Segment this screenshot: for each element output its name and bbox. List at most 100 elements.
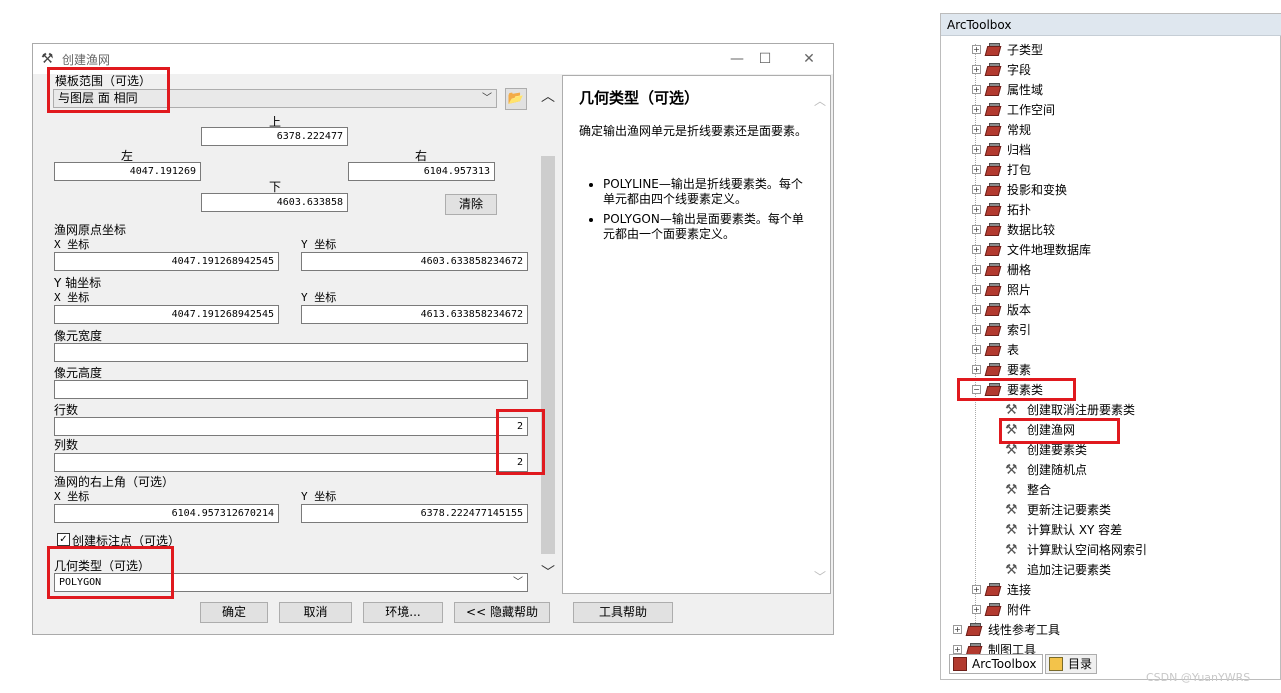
extent-top-input[interactable]: 6378.222477 <box>201 127 348 146</box>
toolset-row[interactable]: + 附件 <box>941 600 1281 620</box>
environments-button[interactable]: 环境... <box>363 602 443 623</box>
toolset-row[interactable]: + 投影和变换 <box>941 180 1281 200</box>
expand-icon[interactable]: + <box>972 145 981 154</box>
toolset-row[interactable]: + 栅格 <box>941 260 1281 280</box>
tab-catalog-label: 目录 <box>1068 657 1093 671</box>
scroll-thumb[interactable] <box>541 156 555 554</box>
geometry-select[interactable]: POLYGON ﹀ <box>54 573 528 592</box>
cols-input[interactable]: 2 <box>54 453 528 472</box>
expand-icon[interactable]: + <box>972 285 981 294</box>
maximize-button[interactable]: ☐ <box>753 49 777 69</box>
create-labels-checkbox[interactable]: ✓ <box>57 533 70 546</box>
yaxis-y-input[interactable]: 4613.633858234672 <box>301 305 528 324</box>
tool-row[interactable]: ⚒ 追加注记要素类 <box>941 560 1281 580</box>
toolset-row[interactable]: + 归档 <box>941 140 1281 160</box>
open-folder-button[interactable]: 📂 <box>505 88 527 110</box>
toolset-row[interactable]: − 要素类 <box>941 380 1281 400</box>
toolset-label: 子类型 <box>1007 43 1044 57</box>
expand-icon[interactable]: + <box>972 365 981 374</box>
tool-row[interactable]: ⚒ 创建渔网 <box>941 420 1281 440</box>
tool-row[interactable]: ⚒ 创建随机点 <box>941 460 1281 480</box>
expand-icon[interactable]: + <box>972 165 981 174</box>
title-bar: ⚒ 创建渔网 — ☐ ✕ <box>33 44 833 74</box>
yaxis-x-input[interactable]: 4047.191268942545 <box>54 305 279 324</box>
expand-icon[interactable]: + <box>972 325 981 334</box>
toolset-row[interactable]: + 要素 <box>941 360 1281 380</box>
scroll-up-icon[interactable]: ︿ <box>540 90 556 104</box>
toolset-row[interactable]: + 属性域 <box>941 80 1281 100</box>
tool-help-button[interactable]: 工具帮助 <box>573 602 673 623</box>
parameters-scrollbar[interactable]: ︿ ﹀ <box>539 86 557 586</box>
extent-right-input[interactable]: 6104.957313 <box>348 162 495 181</box>
extent-left-input[interactable]: 4047.191269 <box>54 162 201 181</box>
toolset-row[interactable]: + 常规 <box>941 120 1281 140</box>
corner-x-input[interactable]: 6104.957312670214 <box>54 504 279 523</box>
minimize-button[interactable]: — <box>725 49 749 69</box>
ok-button[interactable]: 确定 <box>200 602 268 623</box>
toolset-row[interactable]: + 工作空间 <box>941 100 1281 120</box>
extent-bottom-input[interactable]: 4603.633858 <box>201 193 348 212</box>
toolset-row[interactable]: + 字段 <box>941 60 1281 80</box>
tool-row[interactable]: ⚒ 计算默认空间格网索引 <box>941 540 1281 560</box>
expand-icon[interactable]: + <box>972 125 981 134</box>
close-button[interactable]: ✕ <box>797 49 821 69</box>
expand-icon[interactable]: + <box>972 225 981 234</box>
tab-catalog[interactable]: 目录 <box>1045 654 1097 674</box>
cell-width-input[interactable] <box>54 343 528 362</box>
expand-icon[interactable]: + <box>972 65 981 74</box>
toolset-label: 投影和变换 <box>1007 183 1068 197</box>
tool-row[interactable]: ⚒ 整合 <box>941 480 1281 500</box>
toolset-row[interactable]: + 连接 <box>941 580 1281 600</box>
tool-row[interactable]: ⚒ 创建要素类 <box>941 440 1281 460</box>
toolset-row[interactable]: + 照片 <box>941 280 1281 300</box>
toolset-row[interactable]: + 拓扑 <box>941 200 1281 220</box>
corner-x-label: X 坐标 <box>54 490 90 503</box>
expand-icon[interactable]: + <box>953 625 962 634</box>
origin-y-input[interactable]: 4603.633858234672 <box>301 252 528 271</box>
tool-label: 创建取消注册要素类 <box>1027 403 1136 417</box>
expand-icon[interactable]: + <box>972 265 981 274</box>
collapse-icon[interactable]: − <box>972 385 981 394</box>
tool-row[interactable]: ⚒ 计算默认 XY 容差 <box>941 520 1281 540</box>
expand-icon[interactable]: + <box>972 585 981 594</box>
tool-row[interactable]: ⚒ 更新注记要素类 <box>941 500 1281 520</box>
expand-icon[interactable]: + <box>953 645 962 654</box>
cell-height-input[interactable] <box>54 380 528 399</box>
corner-y-input[interactable]: 6378.222477145155 <box>301 504 528 523</box>
tool-row[interactable]: ⚒ 创建取消注册要素类 <box>941 400 1281 420</box>
toolset-row[interactable]: + 数据比较 <box>941 220 1281 240</box>
toolset-row[interactable]: + 版本 <box>941 300 1281 320</box>
hammer-icon: ⚒ <box>1005 462 1018 478</box>
toolset-row[interactable]: + 打包 <box>941 160 1281 180</box>
toolset-row[interactable]: + 表 <box>941 340 1281 360</box>
toolset-label: 文件地理数据库 <box>1007 243 1092 257</box>
clear-button[interactable]: 清除 <box>445 194 497 215</box>
cancel-button[interactable]: 取消 <box>279 602 352 623</box>
origin-x-input[interactable]: 4047.191268942545 <box>54 252 279 271</box>
tool-label: 创建渔网 <box>1027 423 1076 437</box>
toolset-icon <box>984 223 1002 237</box>
expand-icon[interactable]: + <box>972 245 981 254</box>
tab-arctoolbox[interactable]: ArcToolbox <box>949 654 1043 674</box>
origin-y-label: Y 坐标 <box>301 238 337 251</box>
expand-icon[interactable]: + <box>972 345 981 354</box>
expand-icon[interactable]: + <box>972 105 981 114</box>
toolset-row[interactable]: + 文件地理数据库 <box>941 240 1281 260</box>
help-scroll-down-icon[interactable]: ﹀ <box>814 568 826 585</box>
expand-icon[interactable]: + <box>972 45 981 54</box>
hammer-icon: ⚒ <box>1005 422 1018 438</box>
hide-help-button[interactable]: << 隐藏帮助 <box>454 602 550 623</box>
expand-icon[interactable]: + <box>972 605 981 614</box>
scroll-down-icon[interactable]: ﹀ <box>540 566 556 580</box>
rows-input[interactable]: 2 <box>54 417 528 436</box>
toolset-row[interactable]: + 索引 <box>941 320 1281 340</box>
toolset-icon <box>984 263 1002 277</box>
help-scroll-up-icon[interactable]: ︿ <box>814 92 826 109</box>
expand-icon[interactable]: + <box>972 185 981 194</box>
extent-select[interactable]: 与图层 面 相同 ﹀ <box>53 89 497 108</box>
expand-icon[interactable]: + <box>972 305 981 314</box>
expand-icon[interactable]: + <box>972 85 981 94</box>
toolset-row[interactable]: + 子类型 <box>941 40 1281 60</box>
expand-icon[interactable]: + <box>972 205 981 214</box>
toolset-row[interactable]: + 线性参考工具 <box>941 620 1281 640</box>
